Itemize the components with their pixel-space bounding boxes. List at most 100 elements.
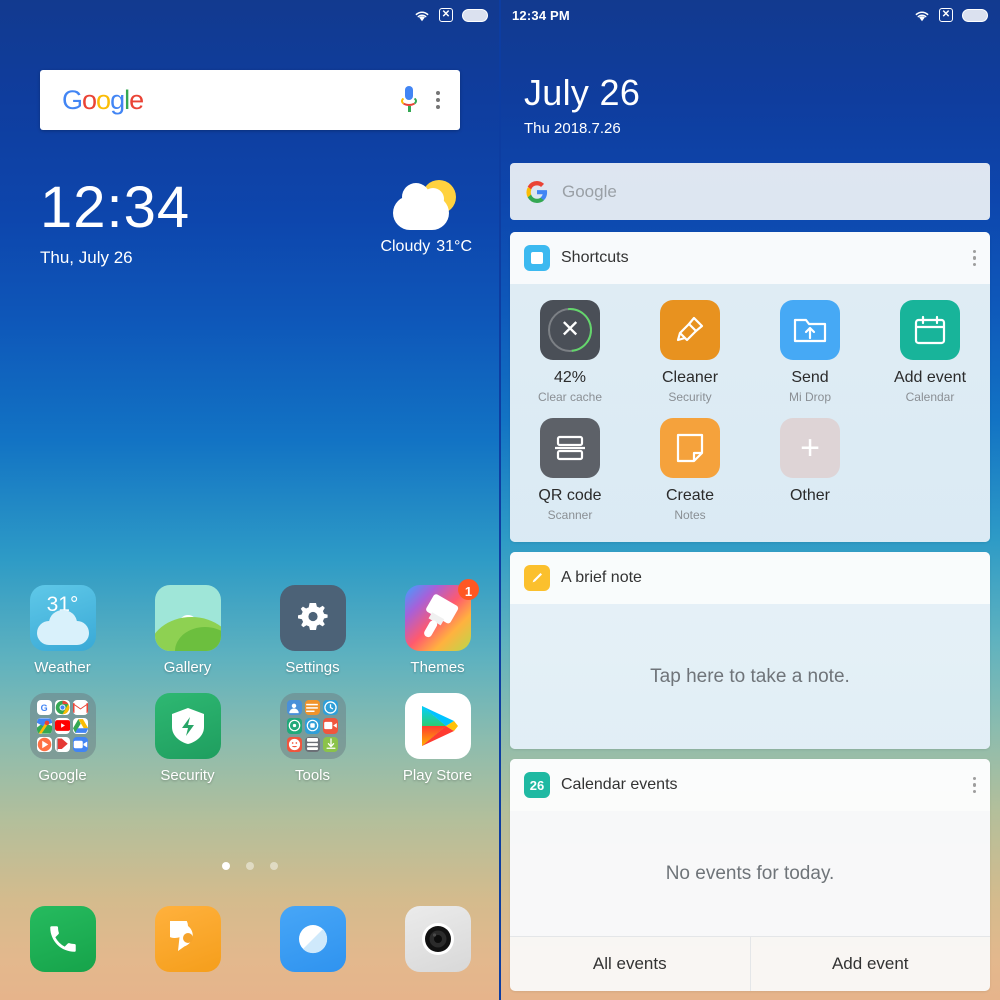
- dock-item-browser[interactable]: [250, 906, 375, 972]
- note-input-area[interactable]: Tap here to take a note.: [510, 604, 990, 749]
- shield-glyph: [171, 708, 204, 744]
- dock-item-phone[interactable]: [0, 906, 125, 972]
- app-gallery[interactable]: Gallery: [125, 585, 250, 676]
- settings-gear-icon: [279, 585, 346, 651]
- status-bar-right: 12:34 PM ✕: [500, 0, 1000, 30]
- kebab-menu-icon[interactable]: [972, 776, 976, 794]
- shortcut-send[interactable]: Send Mi Drop: [750, 300, 870, 404]
- shortcut-clear-cache[interactable]: ✕ 42% Clear cache: [510, 299, 630, 404]
- calendar-day-icon: 26: [524, 772, 550, 798]
- page-dot-1[interactable]: [222, 862, 230, 870]
- folder-app-compass: [286, 718, 302, 734]
- search-placeholder: Google: [562, 181, 617, 201]
- calendar-day-number: 26: [529, 777, 545, 793]
- weather-condition: Cloudy: [380, 238, 431, 255]
- calendar-empty-text: No events for today.: [665, 862, 835, 884]
- shortcut-sub: Calendar: [905, 390, 955, 404]
- page-dot-3[interactable]: [270, 862, 278, 870]
- partly-cloudy-icon: [393, 180, 459, 232]
- note-card: A brief note Tap here to take a note.: [510, 552, 990, 749]
- kebab-menu-icon[interactable]: [436, 91, 440, 109]
- app-play-store[interactable]: Play Store: [375, 693, 500, 784]
- folder-app-chrome: [54, 700, 71, 716]
- microphone-icon[interactable]: [400, 86, 418, 114]
- shortcut-sub: Scanner: [547, 508, 593, 522]
- shortcuts-row: QR code Scanner Create Notes + Other: [510, 418, 990, 522]
- no-sim-icon: ✕: [939, 8, 953, 22]
- brush-glyph: [413, 592, 462, 644]
- tools-folder-icon: [279, 693, 346, 759]
- card-header: 26 Calendar events: [510, 759, 990, 811]
- calendar-card: 26 Calendar events No events for today. …: [510, 759, 990, 991]
- app-label: Weather: [34, 659, 91, 676]
- shortcut-name: QR code: [538, 487, 602, 504]
- shortcut-name: Send: [791, 369, 829, 386]
- mic-arc: [401, 96, 417, 106]
- plus-icon: +: [780, 418, 840, 478]
- card-header: A brief note: [510, 552, 990, 604]
- dock-item-messaging[interactable]: [125, 906, 250, 972]
- google-folder-icon: G: [29, 693, 96, 759]
- app-security[interactable]: Security: [125, 693, 250, 784]
- shortcut-qr-code[interactable]: QR code Scanner: [510, 418, 630, 522]
- folder-app-notes: [304, 700, 321, 716]
- app-weather[interactable]: 31° Weather: [0, 585, 125, 676]
- send-upload-icon: [780, 300, 840, 360]
- shortcut-name: 42%: [553, 369, 587, 386]
- app-folder-google[interactable]: G Google: [0, 693, 125, 784]
- clock-time: 12:34: [40, 175, 191, 240]
- folder-app-contacts: [286, 700, 302, 716]
- app-folder-tools[interactable]: Tools: [250, 693, 375, 784]
- logo-letter: G: [62, 84, 83, 115]
- dock: [0, 906, 500, 972]
- folder-app-mi-remote: [286, 736, 302, 752]
- app-label: Gallery: [163, 659, 212, 676]
- google-logo: Google: [62, 84, 144, 116]
- card-title: A brief note: [561, 569, 642, 586]
- shortcut-add-event[interactable]: Add event Calendar: [870, 300, 990, 404]
- folder-app-gmail: [73, 700, 89, 716]
- folder-preview-grid: [286, 700, 339, 752]
- folder-app-play-music: [36, 736, 52, 752]
- app-settings[interactable]: Settings: [250, 585, 375, 676]
- all-events-button[interactable]: All events: [510, 937, 750, 991]
- browser-globe-icon: [279, 906, 346, 972]
- shortcut-name: Other: [789, 487, 830, 504]
- add-event-button[interactable]: Add event: [749, 937, 991, 991]
- wifi-icon: [915, 10, 929, 21]
- gear-glyph: [297, 603, 328, 630]
- no-sim-icon: ✕: [439, 8, 453, 22]
- shortcut-empty-slot: [870, 418, 990, 522]
- app-themes[interactable]: 1 Themes: [375, 579, 500, 676]
- google-search-widget[interactable]: Google: [40, 70, 460, 130]
- vault-card-list: Shortcuts ✕ 42% Clear cache Cleaner Secu…: [510, 232, 990, 1000]
- calendar-icon: [900, 300, 960, 360]
- calendar-empty-state: No events for today.: [510, 811, 990, 936]
- note-placeholder: Tap here to take a note.: [650, 665, 850, 687]
- app-row: G Google Security Tools Play Store: [0, 693, 500, 784]
- shortcut-cleaner[interactable]: Cleaner Security: [630, 300, 750, 404]
- app-label: Themes: [410, 659, 465, 676]
- shortcut-sub: Clear cache: [537, 390, 603, 404]
- vault-search-bar[interactable]: Google: [510, 163, 990, 220]
- kebab-menu-icon[interactable]: [972, 249, 976, 267]
- weather-widget[interactable]: Cloudy 31°C: [380, 180, 472, 256]
- clear-cache-icon: ✕: [539, 299, 601, 361]
- shortcut-create-note[interactable]: Create Notes: [630, 418, 750, 522]
- shortcut-other[interactable]: + Other: [750, 418, 870, 522]
- page-dot-2[interactable]: [246, 862, 254, 870]
- shortcuts-icon: [524, 245, 550, 271]
- logo-letter: e: [129, 84, 144, 115]
- wifi-icon: [415, 10, 429, 21]
- dual-screenshot: ✕ Google 12:34 Thu, July 26 Cloudy 31°C …: [0, 0, 1000, 1000]
- brush-handle: [422, 618, 439, 639]
- app-label: Play Store: [402, 767, 473, 784]
- note-create-icon: [660, 418, 720, 478]
- vault-header: July 26 Thu 2018.7.26: [524, 72, 640, 137]
- folder-app-google: G: [36, 700, 52, 716]
- clock-widget[interactable]: 12:34 Thu, July 26: [40, 178, 190, 268]
- status-icons-left: ✕: [414, 8, 488, 22]
- app-label: Security: [160, 767, 215, 784]
- folder-app-youtube: [54, 718, 71, 734]
- dock-item-camera[interactable]: [375, 906, 500, 972]
